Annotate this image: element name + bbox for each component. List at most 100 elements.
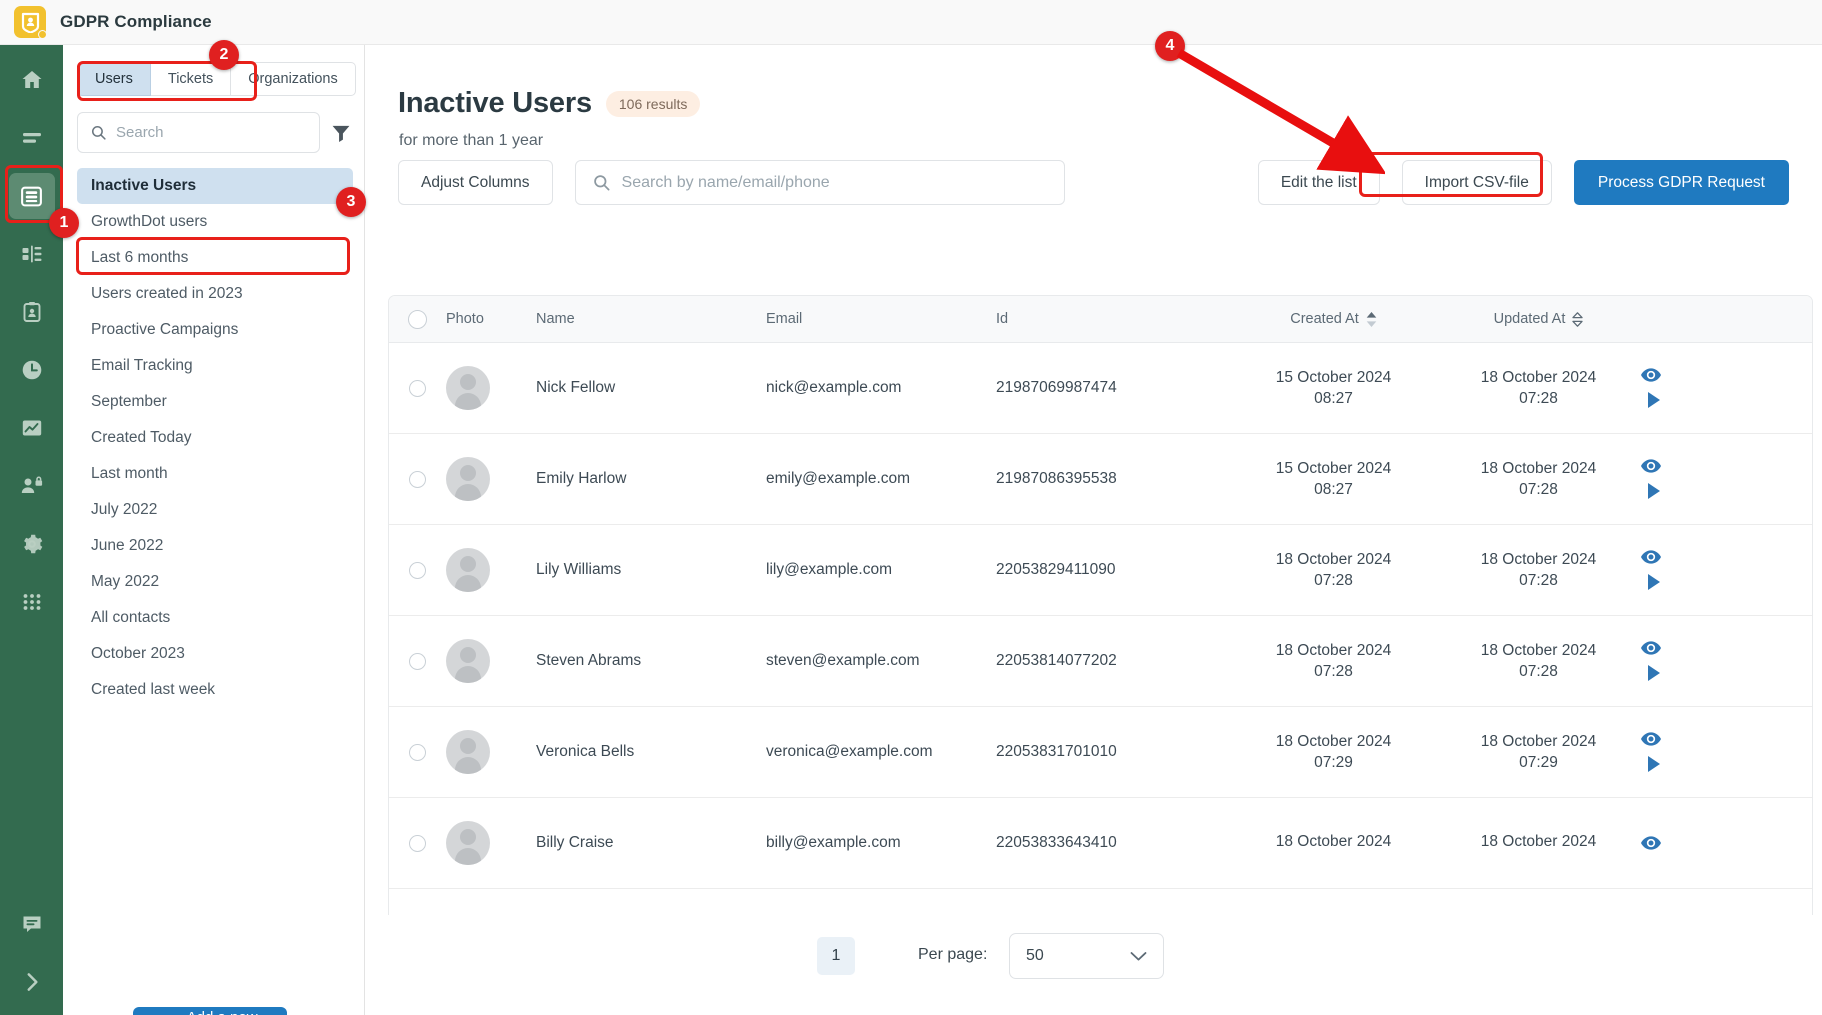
chat-icon: [23, 916, 40, 932]
row-checkbox[interactable]: [409, 470, 426, 488]
add-new-list-button[interactable]: Add a new List: [133, 1007, 287, 1015]
table-row[interactable]: Lily Williams lily@example.com 220538294…: [389, 525, 1812, 616]
row-id: 22053833643410: [996, 834, 1117, 851]
list-item-created-today[interactable]: Created Today: [77, 420, 353, 456]
list-item-october-2023[interactable]: October 2023: [77, 636, 353, 672]
column-header-created-at-label: Created At: [1290, 311, 1359, 327]
list-item-last-month[interactable]: Last month: [77, 456, 353, 492]
tab-tickets[interactable]: Tickets: [150, 62, 232, 96]
process-gdpr-request-button[interactable]: Process GDPR Request: [1573, 160, 1789, 205]
table-row[interactable]: Billy Craise billy@example.com 220538336…: [389, 798, 1812, 889]
column-header-name[interactable]: Name: [536, 311, 766, 327]
row-name: Veronica Bells: [536, 743, 635, 760]
tab-users[interactable]: Users: [77, 62, 151, 96]
row-created-date: 15 October 2024: [1275, 459, 1392, 477]
sidebar-search-box[interactable]: [77, 112, 320, 153]
list-item-all-contacts[interactable]: All contacts: [77, 600, 353, 636]
column-header-photo[interactable]: Photo: [446, 311, 536, 327]
list-item-proactive-campaigns[interactable]: Proactive Campaigns: [77, 312, 353, 348]
funnel-icon[interactable]: [330, 122, 352, 144]
column-header-created-at[interactable]: Created At: [1231, 311, 1436, 327]
chevron-down-icon: [1130, 951, 1147, 960]
row-checkbox[interactable]: [409, 652, 426, 670]
row-created-date: 18 October 2024: [1275, 832, 1392, 850]
add-new-list-label: Add a new List: [175, 1009, 269, 1015]
row-checkbox[interactable]: [409, 834, 426, 852]
rail-item-expand[interactable]: [9, 959, 55, 1005]
list-item-july-2022[interactable]: July 2022: [77, 492, 353, 528]
adjust-columns-button[interactable]: Adjust Columns: [398, 160, 553, 205]
rail-item-apps[interactable]: [9, 579, 55, 625]
row-created-date: 18 October 2024: [1275, 732, 1392, 750]
eye-icon[interactable]: [1641, 368, 1661, 382]
list-item-june-2022[interactable]: June 2022: [77, 528, 353, 564]
row-checkbox[interactable]: [409, 379, 426, 397]
row-created-at: 18 October 2024 07:29: [1231, 733, 1436, 772]
select-all-checkbox[interactable]: [408, 309, 427, 329]
list-item-inactive-users[interactable]: Inactive Users: [77, 168, 353, 204]
rail-item-clipboard[interactable]: [9, 289, 55, 335]
rail-item-history[interactable]: [9, 347, 55, 393]
table-row[interactable]: Veronica Bells veronica@example.com 2205…: [389, 707, 1812, 798]
column-header-email[interactable]: Email: [766, 311, 996, 327]
row-created-date: 18 October 2024: [1275, 641, 1392, 659]
table-row[interactable]: Nick Fellow nick@example.com 21987069987…: [389, 343, 1812, 434]
row-actions-cell: [1641, 836, 1812, 850]
grid-dots-icon: [23, 594, 40, 610]
eye-icon[interactable]: [1641, 550, 1661, 564]
results-badge: 106 results: [605, 90, 701, 117]
import-csv-file-button[interactable]: Import CSV-file: [1401, 160, 1552, 205]
row-actions-cell: [1641, 550, 1812, 590]
gear-icon: [23, 534, 42, 554]
table-row[interactable]: Steven Abrams steven@example.com 2205381…: [389, 616, 1812, 707]
list-item-label: All contacts: [91, 609, 171, 626]
play-triangle-icon[interactable]: [1647, 392, 1661, 408]
column-header-updated-at[interactable]: Updated At: [1436, 311, 1641, 327]
rail-item-reports[interactable]: [9, 405, 55, 451]
per-page-value: 50: [1026, 947, 1044, 964]
play-triangle-icon[interactable]: [1647, 756, 1661, 772]
play-triangle-icon[interactable]: [1647, 483, 1661, 499]
main-search-input[interactable]: [621, 173, 1048, 192]
rail-item-merge[interactable]: [9, 231, 55, 277]
rail-item-chat[interactable]: [9, 901, 55, 947]
row-updated-time: 07:28: [1519, 662, 1558, 680]
rail-item-home[interactable]: [9, 57, 55, 103]
row-created-time: 07:28: [1314, 662, 1353, 680]
row-id: 22053814077202: [996, 652, 1117, 669]
row-email: lily@example.com: [766, 561, 892, 578]
list-item-created-last-week[interactable]: Created last week: [77, 672, 353, 708]
list-item-users-created-in-2023[interactable]: Users created in 2023: [77, 276, 353, 312]
main-search-box[interactable]: [574, 160, 1065, 205]
tab-organizations[interactable]: Organizations: [231, 62, 356, 96]
row-updated-date: 18 October 2024: [1480, 459, 1597, 477]
eye-icon[interactable]: [1641, 641, 1661, 655]
eye-icon[interactable]: [1641, 459, 1661, 473]
rail-item-privacy[interactable]: [9, 463, 55, 509]
sidebar-search-row: [77, 112, 352, 153]
pagination-page-1[interactable]: 1: [817, 937, 855, 975]
row-checkbox[interactable]: [409, 743, 426, 761]
edit-the-list-button[interactable]: Edit the list: [1257, 160, 1380, 205]
sidebar-search-input[interactable]: [116, 124, 307, 141]
list-item-last-6-months[interactable]: Last 6 months: [77, 240, 353, 276]
list-item-may-2022[interactable]: May 2022: [77, 564, 353, 600]
rail-item-database[interactable]: [8, 173, 55, 219]
rail-item-lists[interactable]: [9, 115, 55, 161]
main-content: Inactive Users 106 results for more than…: [365, 45, 1822, 1015]
column-header-id[interactable]: Id: [996, 311, 1231, 327]
table-row[interactable]: Emily Harlow emily@example.com 219870863…: [389, 434, 1812, 525]
play-triangle-icon[interactable]: [1647, 574, 1661, 590]
eye-icon[interactable]: [1641, 732, 1661, 746]
row-actions-cell: [1641, 641, 1812, 681]
play-triangle-icon[interactable]: [1647, 665, 1661, 681]
row-checkbox[interactable]: [409, 561, 426, 579]
per-page-select[interactable]: 50: [1009, 933, 1164, 979]
rail-item-settings[interactable]: [9, 521, 55, 567]
list-item-label: October 2023: [91, 645, 185, 662]
list-item-september[interactable]: September: [77, 384, 353, 420]
list-item-growthdot-users[interactable]: GrowthDot users: [77, 204, 353, 240]
avatar: [446, 366, 490, 410]
eye-icon[interactable]: [1641, 836, 1661, 850]
list-item-email-tracking[interactable]: Email Tracking: [77, 348, 353, 384]
